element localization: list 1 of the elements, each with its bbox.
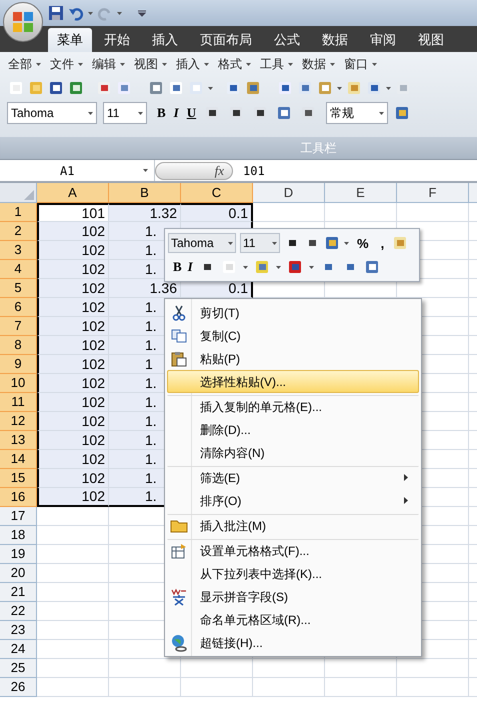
group-label: 工具栏 [300, 140, 336, 157]
